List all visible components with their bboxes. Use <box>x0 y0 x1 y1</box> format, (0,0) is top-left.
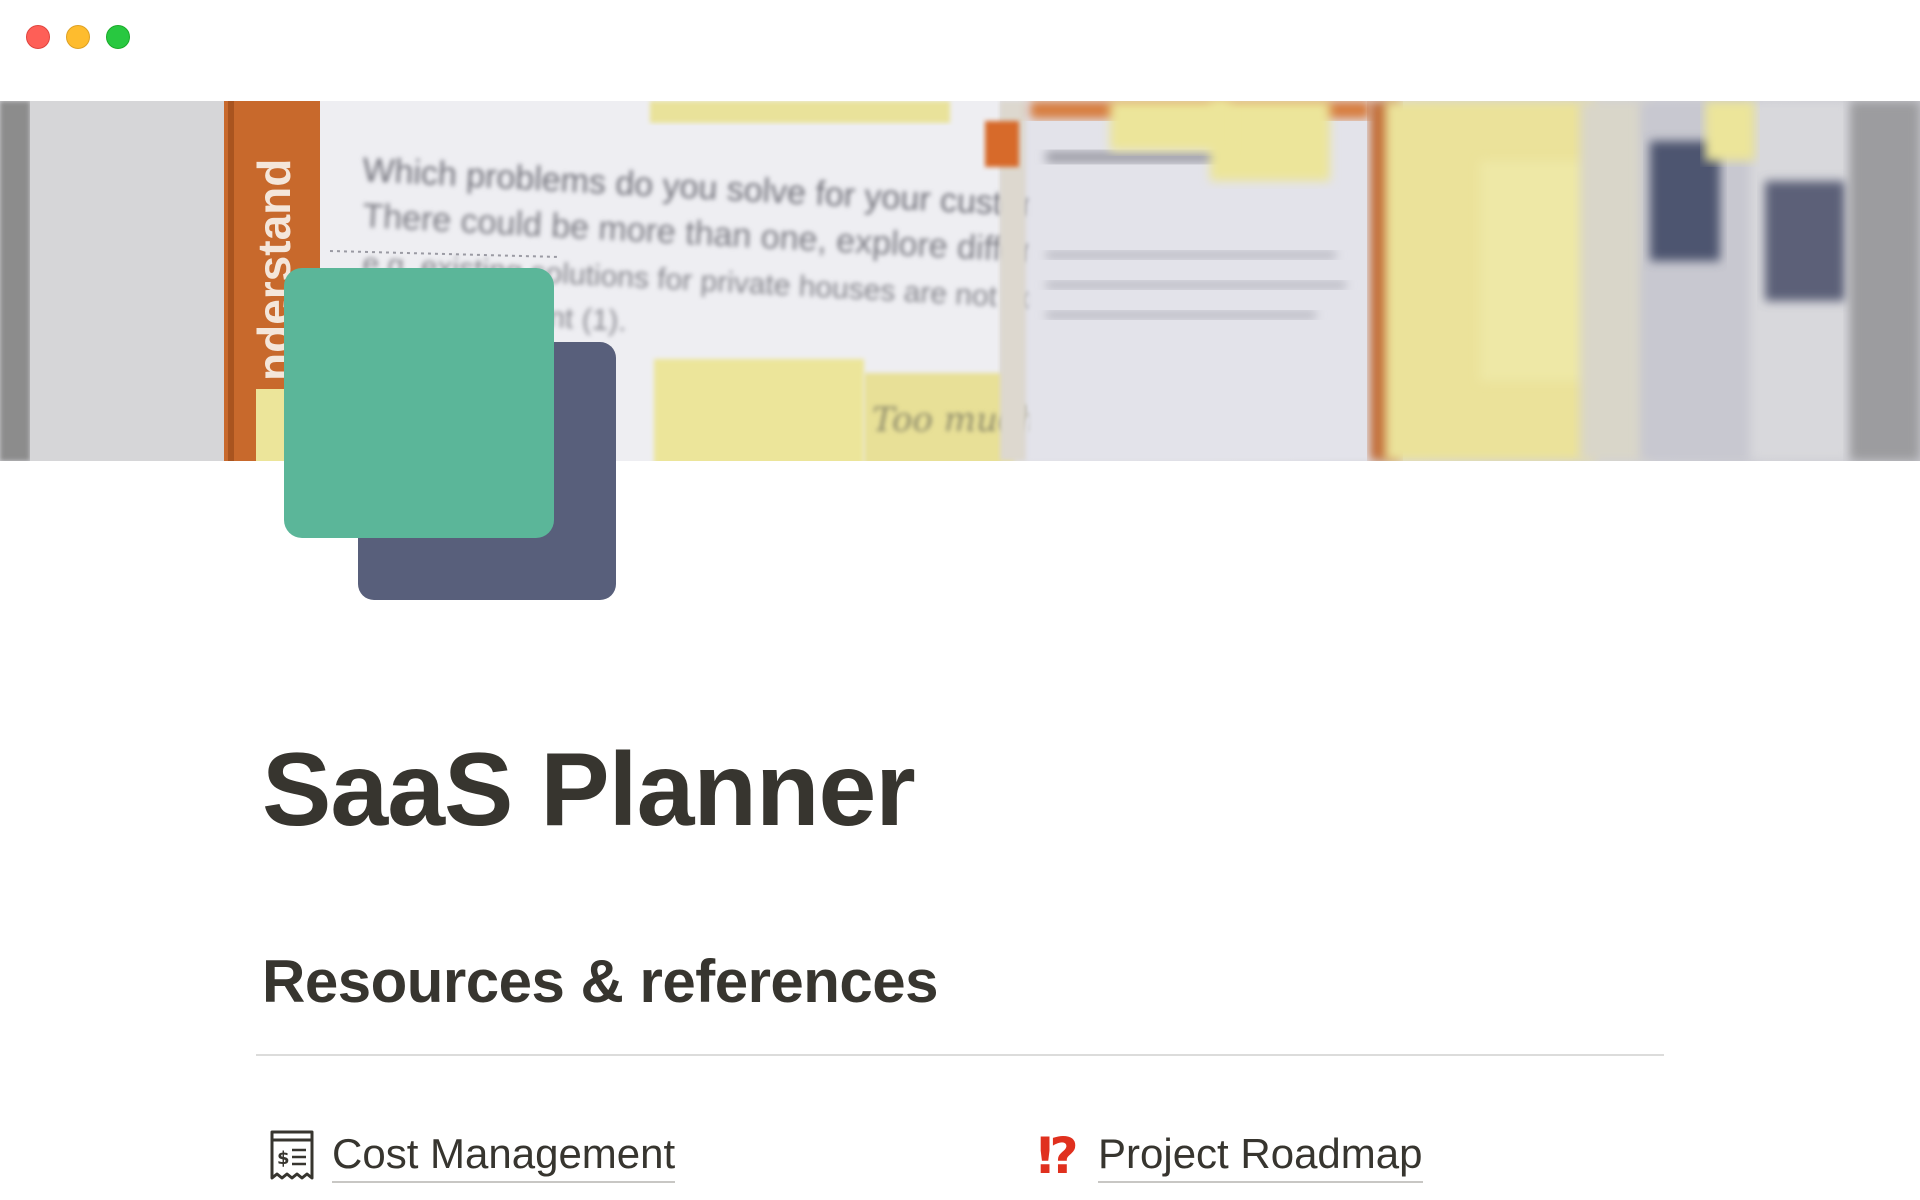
link-label-cost-management[interactable]: Cost Management <box>332 1129 676 1184</box>
link-cost-management[interactable]: $ Cost Management <box>264 1124 676 1188</box>
link-project-roadmap[interactable]: ⁉ Project Roadmap <box>1030 1124 1423 1188</box>
svg-text:$: $ <box>277 1148 290 1169</box>
maximize-window-button[interactable] <box>106 25 130 49</box>
close-window-button[interactable] <box>26 25 50 49</box>
page-title[interactable]: SaaS Planner <box>262 728 916 853</box>
page-icon[interactable] <box>284 268 618 602</box>
exclamation-question-icon: ⁉ <box>1030 1128 1086 1184</box>
title-bar <box>0 0 1920 101</box>
app-window: nderstand Which problems do you solve fo… <box>0 0 1920 1200</box>
exclamation-question-glyph: ⁉ <box>1037 1127 1079 1185</box>
minimize-window-button[interactable] <box>66 25 90 49</box>
receipt-icon: $ <box>264 1128 320 1184</box>
link-label-project-roadmap[interactable]: Project Roadmap <box>1098 1129 1423 1184</box>
divider <box>256 1054 1664 1056</box>
section-heading-resources[interactable]: Resources & references <box>262 946 939 1018</box>
layered-squares-front-icon <box>284 268 554 538</box>
